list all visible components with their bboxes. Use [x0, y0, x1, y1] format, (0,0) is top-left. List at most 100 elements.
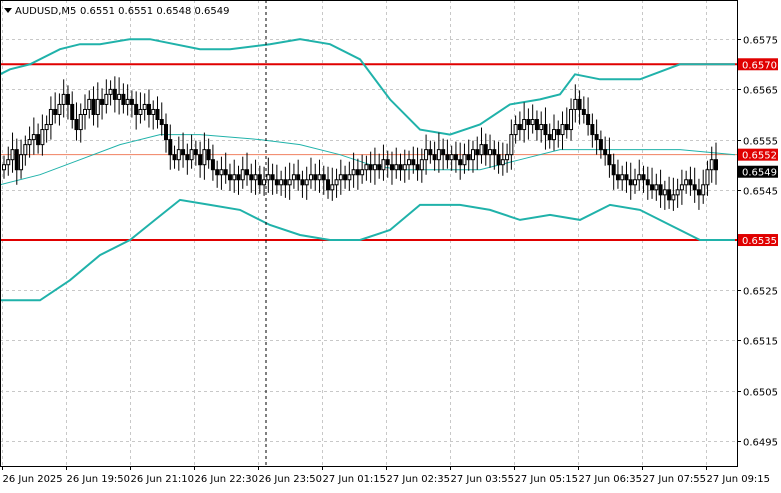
candle-body [483, 144, 488, 156]
candle-body [522, 119, 527, 131]
candle-body [100, 98, 105, 105]
candle-body [104, 93, 109, 105]
y-tick-label: 0.6555 [743, 137, 778, 148]
price-chart[interactable]: 0.65850.65750.65650.65550.65450.65350.65… [0, 0, 781, 489]
candle-body [500, 159, 505, 166]
candle-body [509, 134, 514, 156]
candle-body [620, 174, 625, 181]
candle-body [202, 149, 207, 166]
candle-body [598, 139, 603, 151]
candle-body [705, 169, 710, 186]
candle-body [308, 174, 313, 181]
candle-body [215, 169, 220, 176]
candle-body [219, 169, 224, 176]
candle-body [40, 129, 45, 146]
candle-body [671, 194, 676, 201]
candle-body [44, 124, 49, 131]
x-tick-label: 26 Jun 21:10 [131, 474, 195, 485]
candle-body [53, 108, 58, 115]
candle-body [534, 119, 539, 131]
candle-body [517, 124, 522, 131]
candle-body [513, 124, 518, 136]
candle-body [650, 184, 655, 191]
candle-body [573, 98, 578, 110]
candle-body [206, 149, 211, 161]
candle-body [688, 179, 693, 186]
candle-body [658, 184, 663, 196]
y-tick-label: 0.6505 [743, 388, 778, 399]
candle-body [577, 98, 582, 110]
x-tick-label: 26 Jun 2025 [3, 474, 63, 485]
candle-body [684, 179, 689, 186]
candle-body [249, 174, 254, 181]
candle-body [364, 164, 369, 171]
level-price-label: 0.6570 [742, 60, 777, 71]
candle-body [146, 103, 151, 115]
axis-layer: 0.65850.65750.65650.65550.65450.65350.65… [2, 36, 778, 485]
candle-body [78, 113, 83, 131]
y-tick-label: 0.6515 [743, 337, 778, 348]
candle-body [449, 154, 454, 161]
candle-body [402, 164, 407, 171]
candle-body [198, 154, 203, 166]
candle-body [121, 93, 126, 105]
candle-body [14, 149, 19, 171]
candle-body [108, 88, 113, 95]
lower-band-line [0, 198, 735, 302]
candle-body [334, 179, 339, 186]
candle-body [377, 164, 382, 171]
candle-body [389, 164, 394, 171]
candle-body [411, 159, 416, 166]
candle-body [61, 93, 66, 105]
candle-body [709, 159, 714, 171]
candle-body [142, 103, 147, 110]
candle-body [270, 174, 275, 181]
candle-body [326, 179, 331, 191]
candle-body [65, 93, 70, 105]
candle-body [279, 179, 284, 186]
candle-body [313, 174, 318, 181]
candle-body [138, 108, 143, 115]
candle-body [479, 144, 484, 156]
candle-body [291, 174, 296, 181]
candle-body [27, 139, 32, 146]
candle-body [176, 149, 181, 161]
candle-body [556, 129, 561, 136]
candle-body [564, 124, 569, 131]
candle-body [134, 103, 139, 115]
chart-root[interactable]: 0.65850.65750.65650.65550.65450.65350.65… [0, 0, 781, 489]
symbol-label: AUDUSD,M5 [15, 6, 76, 17]
candle-body [83, 108, 88, 115]
current-price-label: 0.6552 [742, 151, 777, 162]
candle-body [381, 159, 386, 171]
candle-body [343, 174, 348, 181]
candle-body [551, 129, 556, 141]
candle-body [296, 174, 301, 181]
candle-body [628, 179, 633, 186]
candle-body [181, 149, 186, 156]
candle-body [581, 108, 586, 115]
candle-body [462, 154, 467, 166]
x-tick-label: 27 Jun 01:15 [323, 474, 387, 485]
candle-body [223, 169, 228, 176]
candle-body [91, 98, 96, 115]
dropdown-triangle-icon[interactable] [4, 8, 12, 13]
candle-body [667, 189, 672, 201]
candle-body [530, 119, 535, 126]
x-tick-label: 27 Jun 05:15 [515, 474, 579, 485]
candle-body [696, 189, 701, 196]
candle-body [304, 179, 309, 186]
x-tick-label: 27 Jun 03:55 [451, 474, 515, 485]
candle-body [240, 169, 245, 181]
candle-body [441, 149, 446, 156]
x-tick-label: 26 Jun 23:50 [259, 474, 323, 485]
candle-body [151, 108, 156, 115]
candle-body [547, 134, 552, 141]
candle-body [675, 189, 680, 196]
candle-body [2, 164, 6, 171]
candle-body [607, 154, 612, 166]
candle-body [539, 124, 544, 131]
candle-body [645, 179, 650, 186]
candle-body [168, 139, 173, 156]
candle-body [415, 164, 420, 171]
